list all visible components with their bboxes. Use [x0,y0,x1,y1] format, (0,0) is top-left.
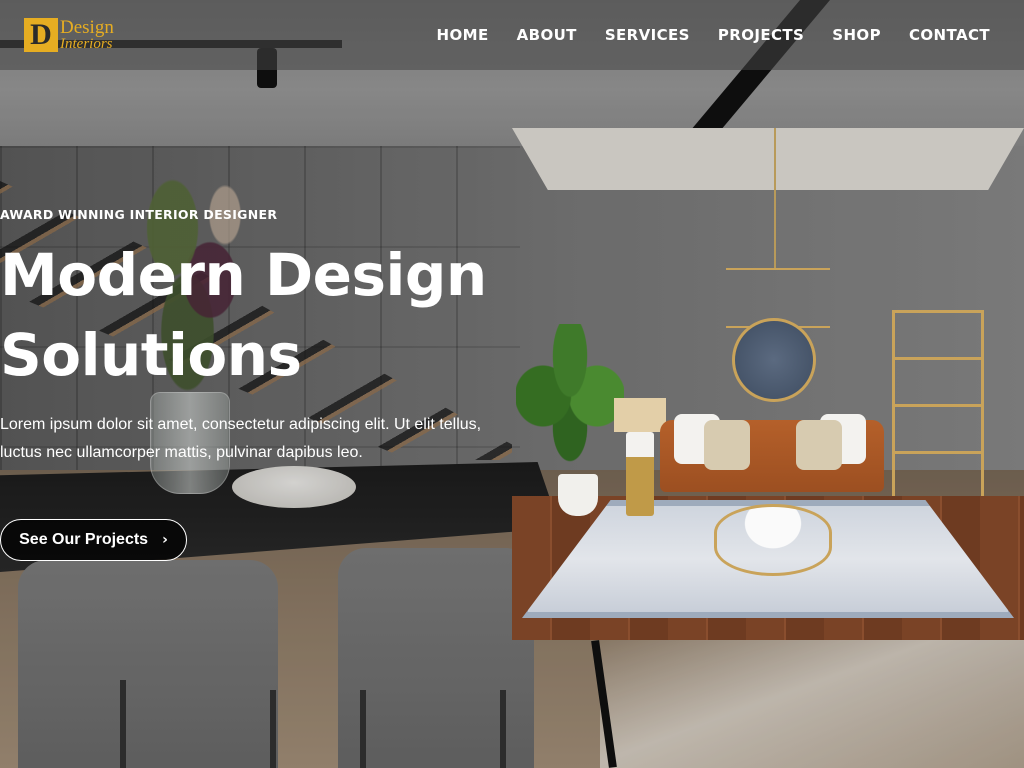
hero-description: Lorem ipsum dolor sit amet, consectetur … [0,416,482,461]
chevron-right-icon: › [162,532,168,548]
hero-section: AWARD WINNING INTERIOR DESIGNER Modern D… [0,200,520,561]
logo-text: Design Interiors [60,18,114,52]
main-nav: HOME ABOUT SERVICES PROJECTS SHOP CONTAC… [437,26,990,44]
hero-headline-line-1: Modern Design [0,241,487,309]
nav-services[interactable]: SERVICES [605,26,690,44]
logo-line-1: Design [60,17,114,38]
logo[interactable]: D Design Interiors [24,17,114,53]
logo-line-2: Interiors [60,36,113,52]
nav-home[interactable]: HOME [437,26,489,44]
hero-eyebrow: AWARD WINNING INTERIOR DESIGNER [0,207,278,222]
nav-contact[interactable]: CONTACT [909,26,990,44]
site-header: D Design Interiors HOME ABOUT SERVICES P… [0,0,1024,70]
nav-projects[interactable]: PROJECTS [718,26,804,44]
see-projects-button[interactable]: See Our Projects › [0,519,187,561]
logo-mark: D [24,18,58,52]
see-projects-label: See Our Projects [19,531,149,548]
hero-headline: Modern Design Solutions [0,235,520,395]
hero-headline-line-2: Solutions [0,321,302,389]
nav-shop[interactable]: SHOP [832,26,881,44]
living-room-image [512,128,1024,640]
nav-about[interactable]: ABOUT [517,26,577,44]
